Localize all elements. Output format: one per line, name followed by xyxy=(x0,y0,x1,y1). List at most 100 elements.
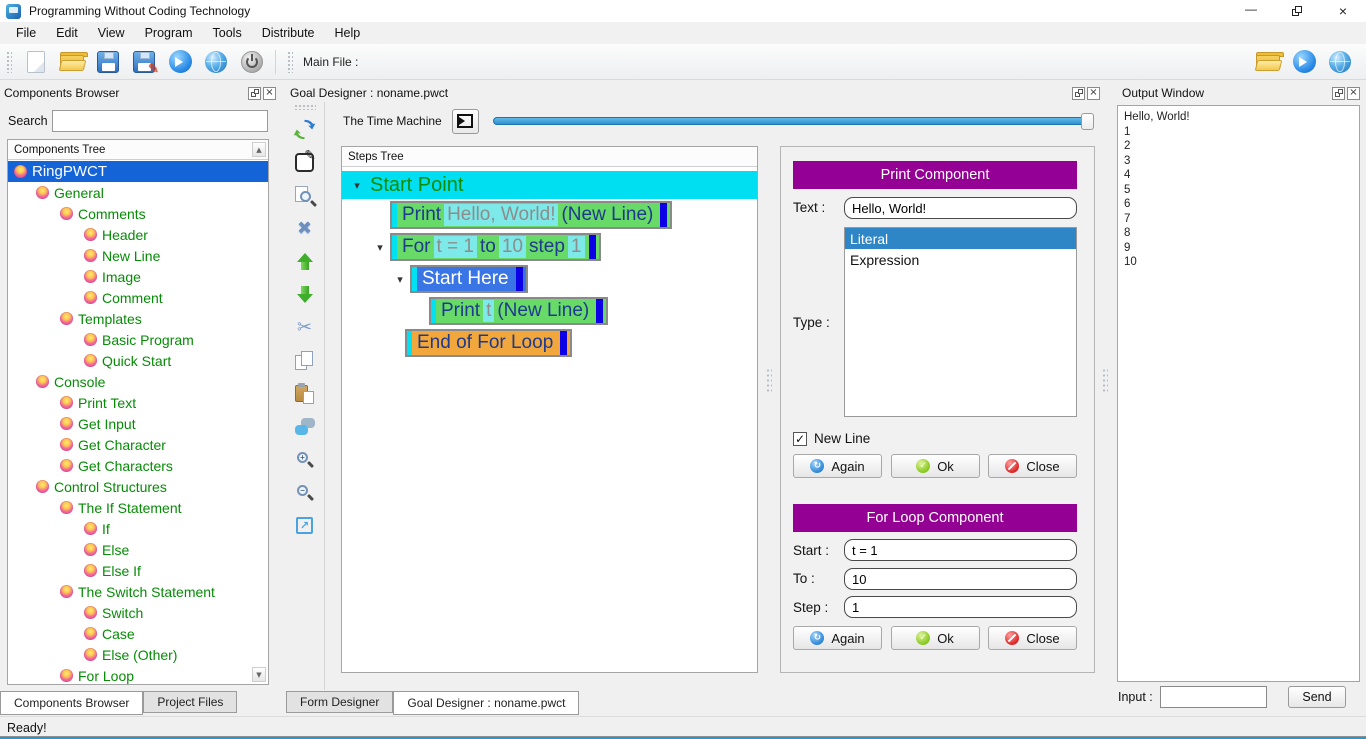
dock-close-button[interactable]: × xyxy=(1087,87,1100,100)
tree-item-else[interactable]: Else xyxy=(8,539,268,560)
type-option-expression[interactable]: Expression xyxy=(845,249,1076,270)
step-input[interactable] xyxy=(844,596,1077,618)
edit-step-button[interactable]: ✎ xyxy=(289,147,321,178)
save-as-button[interactable]: ✎ xyxy=(129,47,159,77)
tree-item-new-line[interactable]: New Line xyxy=(8,245,268,266)
tree-item-header[interactable]: Header xyxy=(8,224,268,245)
collapse-arrow-icon[interactable]: ▾ xyxy=(350,179,364,192)
step-for-loop[interactable]: For t = 1 to 10 step 1 xyxy=(390,233,601,261)
close-button[interactable]: × xyxy=(1320,0,1366,22)
menu-file[interactable]: File xyxy=(6,22,46,44)
to-input[interactable] xyxy=(844,568,1077,590)
again-button[interactable]: ↻Again xyxy=(793,626,882,650)
run-button[interactable] xyxy=(165,47,195,77)
menu-program[interactable]: Program xyxy=(135,22,203,44)
view-source-button[interactable] xyxy=(289,180,321,211)
move-down-button[interactable] xyxy=(289,279,321,310)
toolbar-grip[interactable] xyxy=(6,51,12,73)
tree-item-case[interactable]: Case xyxy=(8,623,268,644)
collapse-arrow-icon[interactable]: ▾ xyxy=(373,241,387,254)
toolbar-grip[interactable] xyxy=(294,104,316,110)
slider-handle[interactable] xyxy=(1081,113,1094,130)
scroll-down-button[interactable]: ▼ xyxy=(252,667,266,682)
dock-close-button[interactable]: × xyxy=(1347,87,1360,100)
zoom-in-button[interactable]: + xyxy=(289,444,321,475)
dock-float-button[interactable] xyxy=(248,87,261,100)
collapse-arrow-icon[interactable]: ▾ xyxy=(393,273,407,286)
tree-item-get-characters[interactable]: Get Characters xyxy=(8,455,268,476)
dock-float-button[interactable] xyxy=(1332,87,1345,100)
exit-button[interactable] xyxy=(237,47,267,77)
menu-help[interactable]: Help xyxy=(325,22,371,44)
tab-form-designer[interactable]: Form Designer xyxy=(286,691,393,713)
tree-item-console[interactable]: Console xyxy=(8,371,268,392)
new-line-checkbox[interactable]: ✓ xyxy=(793,432,807,446)
splitter-handle[interactable] xyxy=(766,368,772,394)
step-print-t[interactable]: Print t (New Line) xyxy=(429,297,608,325)
tree-item-comment[interactable]: Comment xyxy=(8,287,268,308)
step-start-here[interactable]: Start Here xyxy=(410,265,528,293)
run-main-file-button[interactable] xyxy=(1289,47,1319,77)
menu-tools[interactable]: Tools xyxy=(203,22,252,44)
save-button[interactable] xyxy=(93,47,123,77)
tree-item-the-if-statement[interactable]: The If Statement xyxy=(8,497,268,518)
tree-item-general[interactable]: General xyxy=(8,182,268,203)
ok-button[interactable]: ✓Ok xyxy=(891,454,980,478)
step-start-point[interactable]: ▾ Start Point xyxy=(342,171,757,199)
tree-item-if[interactable]: If xyxy=(8,518,268,539)
tree-item-ringpwct[interactable]: RingPWCT xyxy=(8,161,268,182)
search-input[interactable] xyxy=(52,110,268,132)
tree-item-image[interactable]: Image xyxy=(8,266,268,287)
menu-distribute[interactable]: Distribute xyxy=(252,22,325,44)
close-component-button[interactable]: Close xyxy=(988,454,1077,478)
ok-button[interactable]: ✓Ok xyxy=(891,626,980,650)
tree-item-print-text[interactable]: Print Text xyxy=(8,392,268,413)
web-button[interactable] xyxy=(201,47,231,77)
close-component-button[interactable]: Close xyxy=(988,626,1077,650)
output-text-area[interactable]: Hello, World! 1 2 3 4 5 6 7 8 9 10 xyxy=(1117,105,1360,682)
tree-item-control-structures[interactable]: Control Structures xyxy=(8,476,268,497)
tab-components-browser[interactable]: Components Browser xyxy=(0,691,143,715)
time-machine-slider[interactable] xyxy=(493,117,1094,125)
type-option-literal[interactable]: Literal xyxy=(845,228,1076,249)
tree-item-switch[interactable]: Switch xyxy=(8,602,268,623)
delete-step-button[interactable]: ✖ xyxy=(289,213,321,244)
again-button[interactable]: ↻Again xyxy=(793,454,882,478)
toolbar-grip[interactable] xyxy=(287,51,293,73)
paste-button[interactable] xyxy=(289,378,321,409)
tree-item-basic-program[interactable]: Basic Program xyxy=(8,329,268,350)
dock-close-button[interactable]: × xyxy=(263,87,276,100)
tree-item-the-switch-statement[interactable]: The Switch Statement xyxy=(8,581,268,602)
tree-item-templates[interactable]: Templates xyxy=(8,308,268,329)
scroll-up-button[interactable]: ▲ xyxy=(252,142,266,157)
web-run-button[interactable] xyxy=(1325,47,1355,77)
tree-item-get-character[interactable]: Get Character xyxy=(8,434,268,455)
tree-item-comments[interactable]: Comments xyxy=(8,203,268,224)
move-up-button[interactable] xyxy=(289,246,321,277)
tab-project-files[interactable]: Project Files xyxy=(143,691,237,713)
copy-button[interactable] xyxy=(289,345,321,376)
send-button[interactable]: Send xyxy=(1288,686,1346,708)
time-machine-button[interactable] xyxy=(452,109,479,134)
comments-button[interactable] xyxy=(289,411,321,442)
interact-run-button[interactable] xyxy=(289,114,321,145)
tree-item-for-loop[interactable]: For Loop xyxy=(8,665,268,686)
open-file-button[interactable] xyxy=(57,47,87,77)
detach-button[interactable]: ↗ xyxy=(289,510,321,541)
step-end-for-loop[interactable]: End of For Loop xyxy=(405,329,572,357)
menu-view[interactable]: View xyxy=(88,22,135,44)
tab-goal-designer[interactable]: Goal Designer : noname.pwct xyxy=(393,691,579,715)
text-input[interactable] xyxy=(844,197,1077,219)
tree-item-else-if[interactable]: Else If xyxy=(8,560,268,581)
step-print-hello[interactable]: Print Hello, World! (New Line) xyxy=(390,201,672,229)
open-main-file-button[interactable] xyxy=(1253,47,1283,77)
new-file-button[interactable] xyxy=(21,47,51,77)
tree-item-get-input[interactable]: Get Input xyxy=(8,413,268,434)
console-input[interactable] xyxy=(1160,686,1267,708)
restore-button[interactable] xyxy=(1274,0,1320,22)
start-input[interactable] xyxy=(844,539,1077,561)
zoom-out-button[interactable]: − xyxy=(289,477,321,508)
tree-item-else-other[interactable]: Else (Other) xyxy=(8,644,268,665)
minimize-button[interactable]: — xyxy=(1228,0,1274,22)
tree-item-quick-start[interactable]: Quick Start xyxy=(8,350,268,371)
